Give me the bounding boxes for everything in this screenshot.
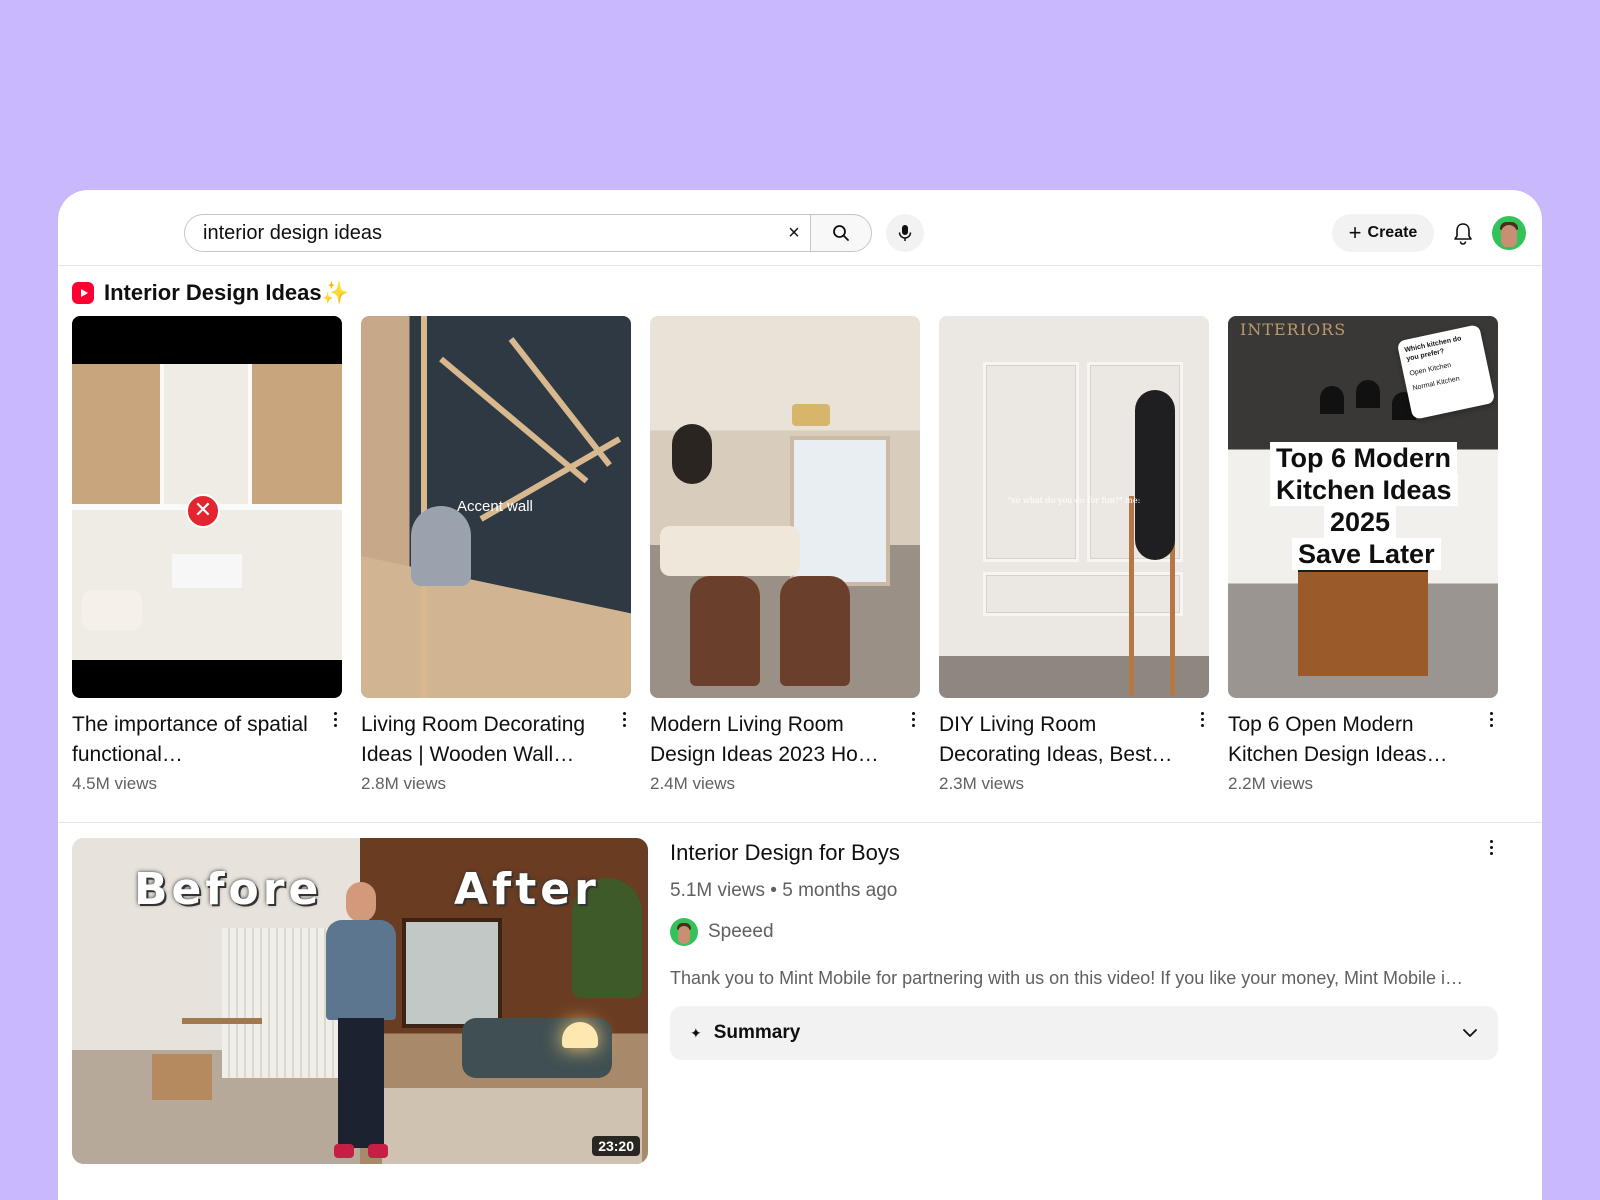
create-label: Create [1367, 224, 1418, 241]
avatar-face [1501, 225, 1517, 247]
thumb-sofa [660, 526, 800, 576]
notifications-button[interactable] [1448, 218, 1478, 248]
short-views: 2.8M views [361, 774, 447, 793]
channel-avatar[interactable] [670, 918, 698, 946]
thumb-overlay-text: Top 6 Modern [1270, 442, 1457, 474]
channel-link[interactable]: Speeed [670, 918, 774, 946]
shorts-section-title: Interior Design Ideas✨ [104, 280, 349, 306]
channel-name[interactable]: Speeed [708, 921, 774, 943]
video-thumbnail[interactable]: Before After 23:20 [72, 838, 648, 1164]
video-duration: 23:20 [592, 1136, 640, 1156]
youtube-window: × + Create [58, 190, 1542, 1200]
thumb-person [324, 882, 396, 1162]
short-item[interactable]: Accent wall Living Room Decorating Ideas… [361, 316, 631, 806]
thumb-window [790, 436, 890, 586]
more-options-button[interactable] [619, 710, 629, 734]
short-title[interactable]: Modern Living Room Design Ideas 2023 Ho… [650, 710, 895, 770]
wall-panel [983, 362, 1079, 562]
plan-wall [160, 364, 164, 504]
plan-table [172, 554, 242, 588]
short-title[interactable]: Top 6 Open Modern Kitchen Design Ideas… [1228, 710, 1473, 770]
thumb-person [1135, 390, 1175, 560]
bell-icon [1454, 223, 1472, 245]
summary-toggle[interactable]: ✦ Summary [670, 1006, 1498, 1060]
search-box: × [184, 214, 814, 252]
short-item[interactable]: Modern Living Room Design Ideas 2023 Ho…… [650, 316, 920, 806]
thumb-chandelier [792, 404, 830, 426]
shorts-title-text: Interior Design Ideas [104, 280, 322, 305]
thumb-poll-note: Which kitchen do you prefer? Open Kitche… [1396, 324, 1496, 420]
search-input[interactable] [185, 215, 774, 251]
short-thumbnail[interactable]: INTERIORS Which kitchen do you prefer? O… [1228, 316, 1498, 698]
after-window [402, 918, 502, 1028]
thumb-floor [361, 556, 631, 698]
more-options-button[interactable] [1486, 838, 1496, 862]
short-views: 2.4M views [650, 774, 736, 793]
voice-search-button[interactable] [886, 214, 924, 252]
sparkle-icon: ✦ [690, 1024, 702, 1041]
short-title[interactable]: The importance of spatial functional… [72, 710, 317, 770]
thumb-caption: "so what do you do for fun?" me: [1007, 496, 1141, 505]
microphone-icon [898, 225, 912, 241]
x-mark-icon: ✕ [186, 494, 220, 528]
clear-search-button[interactable]: × [774, 215, 814, 251]
pendant-lamp [1356, 380, 1380, 408]
section-divider [58, 822, 1542, 823]
plan-wall [248, 364, 252, 504]
thumb-person [411, 506, 471, 586]
video-description: Thank you to Mint Mobile for partnering … [670, 968, 1464, 988]
short-thumbnail[interactable]: "so what do you do for fun?" me: [939, 316, 1209, 698]
thumb-brand: INTERIORS [1240, 320, 1347, 339]
cardboard-box [152, 1054, 212, 1100]
plan-sofa [82, 590, 142, 630]
more-options-button[interactable] [1486, 710, 1496, 734]
thumb-before-text: Before [134, 864, 323, 915]
plan-room [252, 364, 342, 504]
thumb-overlay-text: Kitchen Ideas [1270, 474, 1458, 506]
more-options-button[interactable] [330, 710, 340, 734]
more-options-button[interactable] [1197, 710, 1207, 734]
short-views: 2.3M views [939, 774, 1025, 793]
sparkle-icon: ✨ [321, 280, 350, 305]
pendant-lamp [1320, 386, 1344, 414]
search-icon [833, 225, 849, 241]
wood-strip [439, 356, 589, 484]
short-views: 2.2M views [1228, 774, 1314, 793]
short-title[interactable]: Living Room Decorating Ideas | Wooden Wa… [361, 710, 606, 770]
short-item[interactable]: ✕ The importance of spatial functional… … [72, 316, 342, 806]
wood-strip [421, 316, 427, 698]
thumb-label: Accent wall [457, 498, 533, 515]
thumb-chair [780, 576, 850, 686]
search-button[interactable] [810, 214, 872, 252]
short-thumbnail[interactable]: Accent wall [361, 316, 631, 698]
folding-table [182, 1018, 262, 1024]
thumb-overlay-text: 2025 [1324, 506, 1397, 538]
thumb-art [672, 424, 712, 484]
short-title[interactable]: DIY Living Room Decorating Ideas, Best… [939, 710, 1184, 770]
shorts-row: ✕ The importance of spatial functional… … [72, 316, 1528, 806]
more-options-button[interactable] [908, 710, 918, 734]
top-bar: × + Create [58, 190, 1542, 266]
summary-label: Summary [713, 1022, 801, 1043]
video-title[interactable]: Interior Design for Boys [670, 840, 900, 866]
short-item[interactable]: "so what do you do for fun?" me: DIY Liv… [939, 316, 1209, 806]
chevron-down-icon [1463, 1029, 1477, 1037]
thumb-overlay-text: Save Later [1292, 538, 1441, 570]
short-thumbnail[interactable]: ✕ [72, 316, 342, 698]
avatar[interactable] [1492, 216, 1526, 250]
plus-icon: + [1348, 220, 1362, 245]
short-views: 4.5M views [72, 774, 158, 793]
shorts-section-header: Interior Design Ideas✨ [72, 280, 349, 306]
thumb-after-text: After [454, 864, 600, 915]
short-item[interactable]: INTERIORS Which kitchen do you prefer? O… [1228, 316, 1498, 806]
shorts-logo-icon [72, 282, 94, 304]
short-thumbnail[interactable] [650, 316, 920, 698]
create-button[interactable]: + Create [1332, 214, 1434, 252]
plan-room [72, 364, 160, 504]
video-meta: 5.1M views • 5 months ago [670, 880, 898, 901]
thumb-chair [690, 576, 760, 686]
